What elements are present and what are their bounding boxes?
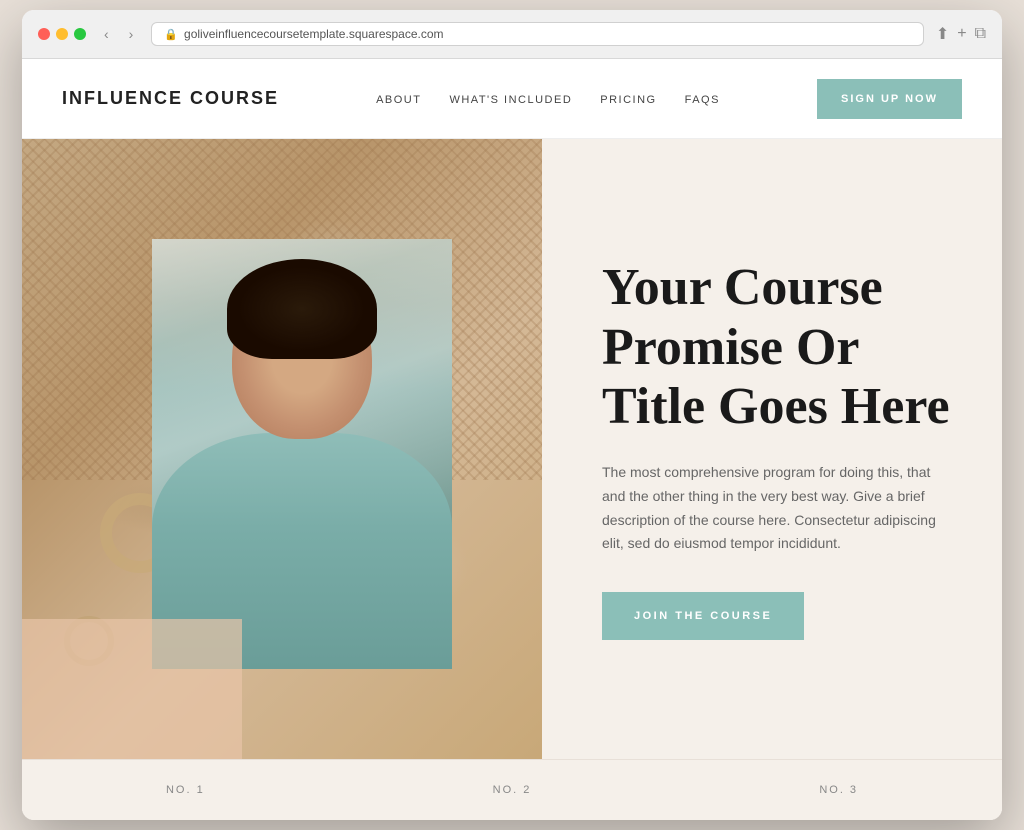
hero-section: Your Course Promise Or Title Goes Here T… (22, 139, 1002, 759)
hero-image-collage (22, 139, 542, 759)
hero-description: The most comprehensive program for doing… (602, 461, 942, 556)
share-icon[interactable]: ⬆ (936, 24, 949, 44)
browser-chrome: ‹ › 🔒 goliveinfluencecoursetemplate.squa… (22, 10, 1002, 59)
nav-item-faqs[interactable]: FAQS (685, 90, 720, 108)
nav-link-faqs[interactable]: FAQS (685, 94, 720, 106)
dot-close[interactable] (38, 28, 50, 40)
browser-actions: ⬆ + ⧉ (936, 24, 986, 44)
hero-title: Your Course Promise Or Title Goes Here (602, 258, 952, 437)
nav-item-about[interactable]: ABOUT (376, 90, 421, 108)
url-text: goliveinfluencecoursetemplate.squarespac… (184, 27, 443, 41)
browser-nav: ‹ › (98, 24, 139, 44)
hero-text: Your Course Promise Or Title Goes Here T… (542, 139, 1002, 759)
address-bar[interactable]: 🔒 goliveinfluencecoursetemplate.squaresp… (151, 22, 923, 46)
nav-item-pricing[interactable]: PRICING (600, 90, 656, 108)
site-logo: INFLUENCE COURSE (62, 88, 279, 109)
nav-link-included[interactable]: WHAT'S INCLUDED (449, 94, 572, 106)
color-block (22, 619, 242, 759)
lock-icon: 🔒 (164, 28, 178, 41)
browser-window: ‹ › 🔒 goliveinfluencecoursetemplate.squa… (22, 10, 1002, 820)
nav-link-pricing[interactable]: PRICING (600, 94, 656, 106)
footer-label-1: NO. 1 (22, 784, 349, 796)
main-nav: INFLUENCE COURSE ABOUT WHAT'S INCLUDED P… (22, 59, 1002, 139)
dot-minimize[interactable] (56, 28, 68, 40)
back-button[interactable]: ‹ (98, 24, 115, 44)
nav-link-about[interactable]: ABOUT (376, 94, 421, 106)
nav-links: ABOUT WHAT'S INCLUDED PRICING FAQS (376, 90, 720, 108)
new-tab-icon[interactable]: + (957, 25, 966, 43)
hero-cta-button[interactable]: JOIN THE COURSE (602, 592, 804, 640)
portrait-hair (227, 259, 377, 359)
footer-label-3: NO. 3 (675, 784, 1002, 796)
nav-item-included[interactable]: WHAT'S INCLUDED (449, 90, 572, 108)
dot-maximize[interactable] (74, 28, 86, 40)
nav-cta-button[interactable]: SIGN UP NOW (817, 79, 962, 119)
footer-label-2: NO. 2 (349, 784, 676, 796)
portrait-photo (152, 239, 452, 669)
website-content: INFLUENCE COURSE ABOUT WHAT'S INCLUDED P… (22, 59, 1002, 820)
forward-button[interactable]: › (123, 24, 140, 44)
footer-labels: NO. 1 NO. 2 NO. 3 (22, 759, 1002, 820)
browser-dots (38, 28, 86, 40)
tabs-icon[interactable]: ⧉ (975, 25, 986, 43)
